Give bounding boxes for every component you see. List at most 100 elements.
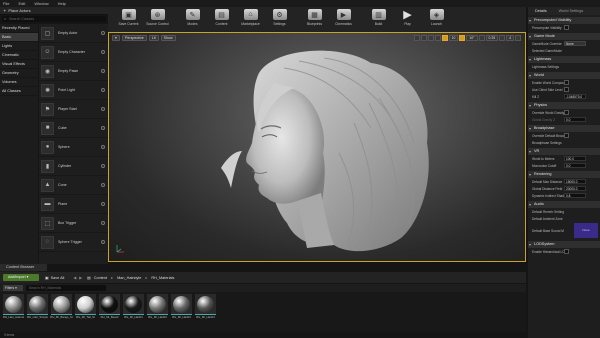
content-browser-toolbar: Add/Import ▾ ▣ Save All ◀ ▶ ▤ Content ▸ …	[0, 272, 526, 283]
asset-tile[interactable]: RH_MI_Tail_St	[74, 294, 97, 332]
property-dropdown[interactable]: None	[564, 41, 586, 46]
info-icon[interactable]	[101, 164, 105, 168]
asset-tile[interactable]: RH_MI_Hair03	[170, 294, 193, 332]
property-input[interactable]: 20000.0	[564, 186, 586, 191]
property-checkbox[interactable]	[564, 87, 569, 92]
toolbar-button-content[interactable]: ▤ Content	[207, 9, 236, 26]
menu-edit[interactable]: Edit	[18, 1, 25, 6]
info-icon[interactable]	[101, 31, 105, 35]
section-lodsystem[interactable]: LODSystem	[528, 241, 600, 248]
category-cinematic[interactable]: Cinematic	[0, 51, 38, 60]
toolbar-button-modes[interactable]: ✎ Modes	[178, 9, 207, 26]
details-tab[interactable]: Details	[535, 9, 547, 13]
property-input[interactable]: -1048575.0	[564, 94, 586, 99]
menu-file[interactable]: File	[3, 1, 9, 6]
asset-tile[interactable]: RH_Hair_Simple	[26, 294, 49, 332]
info-icon[interactable]	[101, 50, 105, 54]
place-item-sphere-trigger[interactable]: ◌ Sphere Trigger	[39, 233, 108, 252]
sound-mix-swatch[interactable]: None	[574, 223, 598, 238]
place-item-box-trigger[interactable]: ⬚ Box Trigger	[39, 214, 108, 233]
property-checkbox[interactable]	[564, 110, 569, 115]
property-checkbox[interactable]	[564, 25, 569, 30]
menu-window[interactable]: Window	[34, 1, 48, 6]
section-broadphase[interactable]: Broadphase	[528, 125, 600, 132]
section-lightmass[interactable]: Lightmass	[528, 56, 600, 63]
info-icon[interactable]	[101, 107, 105, 111]
info-icon[interactable]	[101, 183, 105, 187]
section-vr[interactable]: VR	[528, 148, 600, 155]
place-actors-tab[interactable]: ✦ Place Actors	[0, 7, 108, 15]
info-icon[interactable]	[101, 202, 105, 206]
forward-arrow-icon[interactable]: ▶	[79, 275, 82, 280]
section-precomputed-visibility[interactable]: Precomputed Visibility	[528, 17, 600, 24]
category-volumes[interactable]: Volumes	[0, 78, 38, 87]
toolbar-button-blueprints[interactable]: ▦ Blueprints	[300, 9, 329, 26]
asset-tile[interactable]: RH_MI_Bangs_St	[50, 294, 73, 332]
place-item-label: Player Start	[58, 107, 77, 111]
info-icon[interactable]	[101, 145, 105, 149]
world-settings-tab[interactable]: World Settings	[559, 9, 584, 13]
place-item-empty-actor[interactable]: ▢ Empty Actor	[39, 24, 108, 43]
breadcrumb-rh-materials[interactable]: RH_Materials	[151, 276, 174, 280]
toolbar-button-cinematics[interactable]: ▶ Cinematics	[329, 9, 358, 26]
category-geometry[interactable]: Geometry	[0, 69, 38, 78]
property-input[interactable]: 100.0	[564, 156, 586, 161]
toolbar-button-build[interactable]: ▥ Build	[364, 9, 393, 26]
place-item-cylinder[interactable]: ▮ Cylinder	[39, 157, 108, 176]
info-icon[interactable]	[101, 69, 105, 73]
property-checkbox[interactable]	[564, 249, 569, 254]
place-item-sphere[interactable]: ● Sphere	[39, 138, 108, 157]
info-icon[interactable]	[101, 88, 105, 92]
asset-tile[interactable]: RH_MI_Hair01	[122, 294, 145, 332]
section-world[interactable]: World	[528, 72, 600, 79]
category-recently-placed[interactable]: Recently Placed	[0, 24, 38, 33]
property-checkbox[interactable]	[564, 133, 569, 138]
section-rendering[interactable]: Rendering	[528, 171, 600, 178]
toolbar-button-source-control[interactable]: ⊛ Source Control	[143, 9, 172, 26]
back-arrow-icon[interactable]: ◀	[73, 275, 76, 280]
property-input[interactable]: 0.8	[564, 193, 586, 198]
place-item-plane[interactable]: ▬ Plane	[39, 195, 108, 214]
property-input[interactable]: 0.0	[564, 117, 586, 122]
place-item-player-start[interactable]: ⚑ Player Start	[39, 100, 108, 119]
property-input[interactable]: 0.0	[564, 163, 586, 168]
info-icon[interactable]	[101, 221, 105, 225]
place-actors-search[interactable]: ⌕ Search Classes	[2, 16, 106, 22]
head-mesh[interactable]	[109, 33, 526, 262]
add-new-button[interactable]: Add/Import ▾	[3, 274, 39, 281]
info-icon[interactable]	[101, 240, 105, 244]
section-physics[interactable]: Physics	[528, 102, 600, 109]
asset-tile[interactable]: RH_MI_Beard	[98, 294, 121, 332]
content-browser-tab[interactable]: Content Browser	[0, 264, 47, 271]
toolbar-button-save-current[interactable]: ▣ Save Current	[114, 9, 143, 26]
section-game-mode[interactable]: Game Mode	[528, 33, 600, 40]
filters-button[interactable]: Filters ▾	[3, 285, 23, 291]
breadcrumb-man-hairstyle[interactable]: Man_Hairstyle	[117, 276, 141, 280]
place-item-empty-pawn[interactable]: ◉ Empty Pawn	[39, 62, 108, 81]
toolbar-button-play[interactable]: ▶ Play	[393, 9, 422, 26]
asset-tile[interactable]: RH_MI_Hair04	[194, 294, 217, 332]
place-item-empty-character[interactable]: ☺ Empty Character	[39, 43, 108, 62]
content-search-input[interactable]: Search RH_Materials	[26, 285, 106, 291]
place-item-point-light[interactable]: ✺ Point Light	[39, 81, 108, 100]
section-audio[interactable]: Audio	[528, 201, 600, 208]
toolbar-button-settings[interactable]: ⚙ Settings	[265, 9, 294, 26]
place-item-cube[interactable]: ■ Cube	[39, 119, 108, 138]
asset-tile[interactable]: RH_MI_Hair02	[146, 294, 169, 332]
main-toolbar: ▣ Save Current ⊛ Source Control ✎ Modes ▤ Conte…	[108, 7, 526, 32]
property-input[interactable]: 15000.0	[564, 179, 586, 184]
property-checkbox[interactable]	[564, 80, 569, 85]
place-item-cone[interactable]: ▲ Cone	[39, 176, 108, 195]
asset-tile[interactable]: RH_Hair_Haircut	[2, 294, 25, 332]
info-icon[interactable]	[101, 126, 105, 130]
breadcrumb-content[interactable]: Content	[94, 276, 107, 280]
category-lights[interactable]: Lights	[0, 42, 38, 51]
category-basic[interactable]: Basic	[0, 33, 38, 42]
toolbar-button-launch[interactable]: ◈ Launch	[422, 9, 451, 26]
category-all-classes[interactable]: All Classes	[0, 87, 38, 96]
save-all-button[interactable]: Save All	[51, 276, 65, 280]
level-viewport[interactable]: ▾ Perspective Lit Show 10 10° 0.25 4	[108, 32, 526, 262]
category-visual-effects[interactable]: Visual Effects	[0, 60, 38, 69]
toolbar-button-marketplace[interactable]: ⌂ Marketplace	[236, 9, 265, 26]
menu-help[interactable]: Help	[58, 1, 66, 6]
